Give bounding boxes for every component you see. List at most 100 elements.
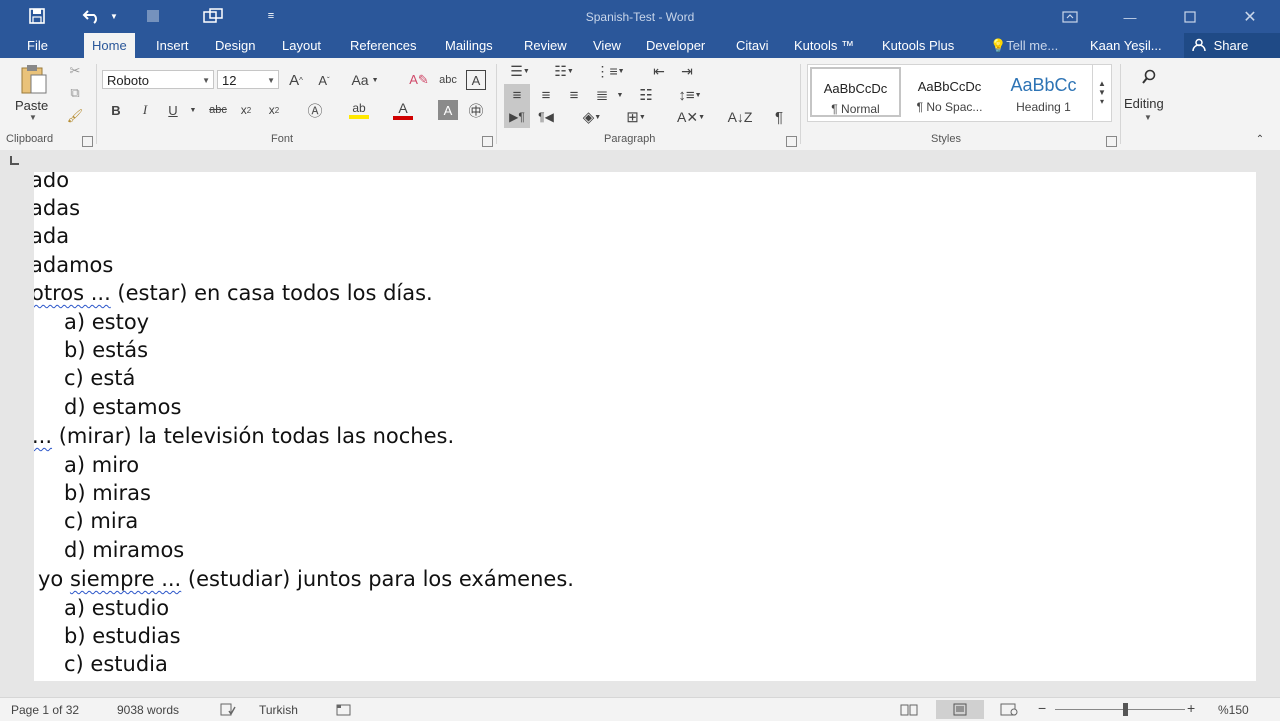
zoom-out-button[interactable]: −: [1038, 700, 1046, 716]
styles-scroll[interactable]: ▲ ▼ ▾: [1092, 64, 1111, 120]
paste-dropdown-icon[interactable]: ▼: [29, 113, 37, 122]
format-painter-icon[interactable]: 🖌: [66, 108, 84, 124]
answer-option: b) miras: [64, 481, 151, 505]
tab-citavi[interactable]: Citavi: [736, 33, 769, 58]
tab-selector-icon[interactable]: [10, 156, 19, 165]
borders-icon[interactable]: ⊞ ▼: [618, 106, 654, 128]
strikethrough-icon[interactable]: abc: [204, 100, 232, 120]
bold-icon[interactable]: B: [107, 100, 125, 120]
text-effects-icon[interactable]: Ⓐ: [304, 100, 326, 120]
zoom-in-button[interactable]: +: [1187, 700, 1195, 716]
align-center-icon[interactable]: ≡: [534, 84, 558, 106]
clipboard-launcher-icon[interactable]: .: [82, 136, 93, 147]
shrink-font-icon[interactable]: Aˇ: [314, 70, 334, 90]
tab-kutools-plus[interactable]: Kutools Plus: [882, 33, 954, 58]
misspelled-text[interactable]: siempre ...: [70, 567, 181, 591]
numbering-icon[interactable]: ☷ ▼: [549, 62, 579, 80]
paste-label: Paste: [15, 98, 49, 113]
page-count[interactable]: Page 1 of 32: [11, 703, 79, 717]
document-page[interactable]: ado adas ada adamos otros ... (estar) en…: [34, 172, 1256, 681]
clear-formatting-icon[interactable]: A✎: [408, 70, 430, 90]
bullets-icon[interactable]: ☰ ▼: [505, 62, 535, 80]
document-title: Spanish-Test - Word: [585, 10, 695, 24]
multilevel-list-icon[interactable]: ⋮≡ ▼: [594, 62, 626, 80]
tab-mailings[interactable]: Mailings: [445, 33, 493, 58]
align-left-icon[interactable]: ≡: [504, 84, 530, 106]
change-case-icon[interactable]: Aa ▼: [350, 70, 380, 90]
share-label: Share: [1213, 38, 1249, 53]
tab-view[interactable]: View: [593, 33, 621, 58]
sort-icon[interactable]: A↓Z: [728, 106, 753, 128]
ltr-icon[interactable]: ▶¶: [504, 106, 530, 128]
macro-recording-icon[interactable]: [336, 703, 352, 719]
underline-dropdown-icon[interactable]: ▼: [188, 104, 198, 116]
font-launcher-icon[interactable]: .: [482, 136, 493, 147]
rtl-icon[interactable]: ¶◀: [534, 106, 558, 128]
restore-ribbon-icon[interactable]: [1058, 8, 1082, 26]
maximize-icon[interactable]: [1178, 8, 1202, 26]
zoom-level[interactable]: %150: [1218, 703, 1249, 717]
align-right-icon[interactable]: ≡: [562, 84, 586, 106]
zoom-slider-thumb[interactable]: [1123, 703, 1128, 716]
collapse-ribbon-icon[interactable]: ⌃: [1252, 132, 1268, 146]
line-spacing-icon[interactable]: ↕≡ ▼: [674, 84, 706, 106]
highlight-icon[interactable]: ab: [348, 98, 370, 122]
style-heading-1[interactable]: AaBbCc Heading 1: [998, 67, 1089, 117]
read-mode-icon[interactable]: [900, 703, 918, 719]
editing-dropdown-icon[interactable]: ▼: [1144, 113, 1152, 122]
show-formatting-icon[interactable]: ¶: [768, 106, 790, 128]
zoom-slider-track[interactable]: [1055, 709, 1185, 710]
copy-icon[interactable]: ⧉: [66, 85, 84, 101]
tab-references[interactable]: References: [350, 33, 416, 58]
style-normal[interactable]: AaBbCcDc ¶ Normal: [810, 67, 901, 117]
subscript-icon[interactable]: x2: [236, 100, 256, 120]
paste-icon[interactable]: [14, 62, 54, 96]
increase-indent-icon[interactable]: ⇥: [676, 62, 698, 80]
user-account[interactable]: Kaan Yeşil...: [1090, 33, 1162, 58]
character-border-icon[interactable]: A: [466, 70, 486, 90]
font-name-combo[interactable]: Roboto ▼: [102, 70, 214, 89]
web-layout-icon[interactable]: [1000, 703, 1018, 719]
style-sample: AaBbCcDc: [823, 81, 888, 96]
asian-layout-icon[interactable]: A✕ ▼: [672, 106, 710, 128]
print-layout-icon[interactable]: [936, 700, 984, 719]
minimize-icon[interactable]: —: [1118, 8, 1142, 26]
decrease-indent-icon[interactable]: ⇤: [648, 62, 670, 80]
underline-icon[interactable]: U: [164, 100, 182, 120]
justify-icon[interactable]: ≣: [590, 84, 614, 106]
cut-icon[interactable]: ✂: [66, 63, 84, 79]
misspelled-text[interactable]: ...: [34, 424, 52, 448]
language[interactable]: Turkish: [259, 703, 298, 717]
word-count[interactable]: 9038 words: [117, 703, 179, 717]
styles-launcher-icon[interactable]: .: [1106, 136, 1117, 147]
style-no-spacing[interactable]: AaBbCcDc ¶ No Spac...: [904, 67, 995, 117]
paragraph-launcher-icon[interactable]: .: [786, 136, 797, 147]
tab-design[interactable]: Design: [215, 33, 255, 58]
tab-home[interactable]: Home: [84, 33, 135, 58]
tab-review[interactable]: Review: [524, 33, 567, 58]
phonetic-guide-icon[interactable]: abc: [438, 70, 458, 90]
tab-insert[interactable]: Insert: [156, 33, 189, 58]
character-shading-icon[interactable]: A: [438, 100, 458, 120]
editing-button[interactable]: Editing: [1124, 96, 1164, 111]
style-sample: AaBbCcDc: [917, 79, 982, 94]
misspelled-text[interactable]: otros ...: [34, 281, 111, 305]
superscript-icon[interactable]: x2: [264, 100, 284, 120]
tell-me-search[interactable]: 💡Tell me...: [990, 33, 1058, 58]
justify-dropdown-icon[interactable]: ▼: [614, 88, 626, 102]
search-icon[interactable]: [1136, 66, 1162, 88]
shading-icon[interactable]: ◈ ▼: [574, 106, 610, 128]
proofing-icon[interactable]: [220, 703, 236, 719]
enclose-characters-icon[interactable]: ㊥: [466, 100, 486, 120]
distributed-icon[interactable]: ☷: [634, 84, 658, 106]
tab-developer[interactable]: Developer: [646, 33, 705, 58]
italic-icon[interactable]: I: [136, 100, 154, 120]
tab-layout[interactable]: Layout: [282, 33, 321, 58]
tab-file[interactable]: File: [27, 33, 48, 58]
grow-font-icon[interactable]: A ^: [286, 70, 306, 90]
tab-kutools[interactable]: Kutools ™: [794, 33, 854, 58]
close-icon[interactable]: ✕: [1238, 8, 1262, 26]
font-color-icon[interactable]: A: [392, 98, 414, 122]
font-size-combo[interactable]: 12 ▼: [217, 70, 279, 89]
share-button[interactable]: Share: [1184, 33, 1280, 58]
